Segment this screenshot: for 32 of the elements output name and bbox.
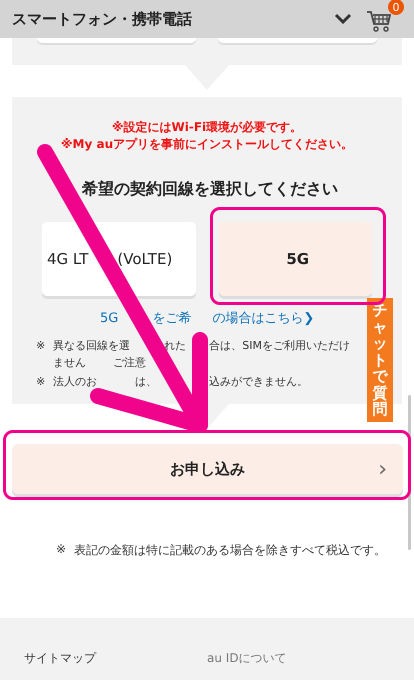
text-fragment: ません [53, 356, 86, 369]
note-mark: ※ [56, 542, 66, 558]
text-fragment: 込みができません。 [209, 375, 308, 388]
tax-note: 表記の金額は特に記載のある場合を除きすべて税込です。 [74, 542, 386, 559]
warning-text: ※設定にはWi-Fi環境が必要です。 [112, 119, 302, 136]
text-fragment: 異なる回線を選 [53, 339, 130, 352]
footer-link[interactable]: サイトマップ [24, 650, 207, 680]
text-fragment: の場合はこちら [212, 310, 304, 327]
page-title: スマートフォン・携帯電話 [12, 10, 193, 28]
cart-count-badge: 0 [388, 0, 404, 15]
apply-button[interactable]: お申し込み › [12, 444, 403, 494]
text-fragment: 法人のお [53, 375, 98, 388]
text-fragment: 合は、SIMをご利用いただけ [209, 339, 350, 352]
text-fragment: 4G LT [47, 250, 88, 268]
warning-text: ※My auアプリを事前にインストールしてください。 [60, 136, 354, 153]
note-mark: ※ [36, 374, 46, 390]
chevron-right-icon: ❯ [303, 310, 314, 326]
chevron-down-icon[interactable] [334, 13, 352, 25]
text-fragment: は、 [135, 375, 158, 388]
cart-icon [366, 9, 392, 33]
info-link[interactable]: 5G をご希 の場合はこちら❯ [100, 309, 314, 327]
footer-link[interactable]: au IDについて [207, 650, 390, 680]
section-heading: 希望の契約回線を選択してください [82, 179, 338, 200]
text-fragment: をご希 [152, 310, 192, 327]
note-mark: ※ [36, 338, 46, 354]
text-fragment: ご注意 [113, 356, 146, 369]
text-fragment: れた [164, 339, 186, 352]
text-fragment: (VoLTE) [117, 250, 172, 268]
text-fragment: 5G [100, 310, 118, 326]
text-fragment: 5G [286, 250, 310, 268]
chevron-right-icon: › [378, 456, 387, 482]
line-option-button[interactable]: 5G [218, 222, 372, 296]
